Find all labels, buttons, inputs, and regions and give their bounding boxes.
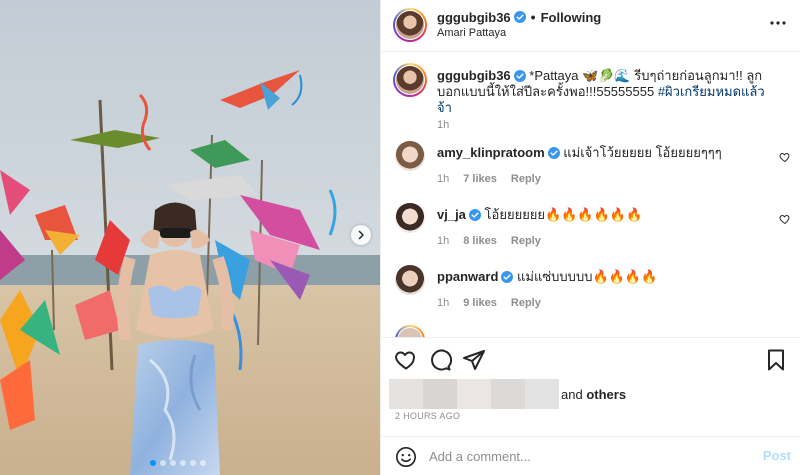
- verified-badge-icon: [468, 209, 481, 221]
- beach-photo: [0, 0, 380, 475]
- reply-button[interactable]: Reply: [511, 173, 541, 185]
- comments-section: gggubgib36 *Pattaya 🦋🥬🌊 รีบๆถ่ายก่อนลูกม…: [381, 53, 800, 337]
- liker-avatar: [423, 379, 457, 409]
- likes-others-link[interactable]: others: [586, 387, 626, 402]
- author-username[interactable]: gggubgib36: [437, 10, 511, 25]
- comment-time: 1h: [437, 297, 450, 309]
- likes-prefix: and: [561, 386, 583, 402]
- comment-time: 1h: [437, 173, 450, 185]
- post-location[interactable]: Amari Pattaya: [437, 27, 506, 39]
- comment-username[interactable]: ppanward: [437, 269, 498, 284]
- carousel-dot: [200, 460, 206, 466]
- following-button[interactable]: Following: [541, 10, 602, 25]
- verified-badge-icon: [501, 271, 514, 283]
- caption-time: 1h: [437, 119, 450, 131]
- header-separator: •: [530, 9, 536, 25]
- comment-text: แม่เจ้าโว้ยยยยย โอ้ยยยยๆๆๆ: [563, 145, 722, 160]
- reply-button[interactable]: Reply: [511, 235, 541, 247]
- comment-text: แม่แซ่บบบบบ🔥🔥🔥🔥: [517, 269, 658, 284]
- comment-likes[interactable]: 7 likes: [463, 173, 497, 185]
- heart-icon[interactable]: [779, 151, 791, 163]
- liker-avatar: [491, 379, 525, 409]
- commenter-avatar[interactable]: [395, 265, 425, 295]
- comment-username[interactable]: vj_ja: [437, 207, 466, 222]
- liker-avatar: [525, 379, 559, 409]
- likes-row: and others: [389, 379, 626, 409]
- post-timestamp[interactable]: 2 HOURS AGO: [395, 411, 460, 421]
- action-bar: [381, 337, 800, 381]
- comment-input[interactable]: [429, 445, 749, 467]
- comment-item: ppanward แม่แซ่บบบบบ🔥🔥🔥🔥 1h 9 likes Repl…: [381, 263, 800, 319]
- comment-item: amy_klinpratoom แม่เจ้าโว้ยยยยย โอ้ยยยยๆ…: [381, 139, 800, 195]
- carousel-next-button[interactable]: [351, 225, 371, 245]
- reply-button[interactable]: Reply: [511, 297, 541, 309]
- carousel-indicator: [150, 460, 206, 466]
- heart-icon[interactable]: [394, 348, 418, 372]
- caption-avatar[interactable]: [393, 63, 427, 97]
- verified-badge-icon: [513, 70, 526, 82]
- carousel-dot: [150, 460, 156, 466]
- post-sidebar: gggubgib36 • Following Amari Pattaya ggg…: [380, 0, 800, 475]
- verified-badge-icon: [513, 11, 526, 23]
- comment-icon[interactable]: [428, 348, 452, 372]
- author-avatar[interactable]: [393, 8, 427, 42]
- comment-time: 1h: [437, 235, 450, 247]
- comment-likes[interactable]: 9 likes: [463, 297, 497, 309]
- comment-text: โอ้ยยยยยย🔥🔥🔥🔥🔥🔥: [484, 207, 643, 222]
- post-header: gggubgib36 • Following Amari Pattaya: [381, 0, 800, 52]
- comment-likes[interactable]: 8 likes: [463, 235, 497, 247]
- carousel-dot: [190, 460, 196, 466]
- verified-badge-icon: [547, 147, 560, 159]
- post-comment-button[interactable]: Post: [763, 448, 791, 463]
- commenter-avatar[interactable]: [395, 203, 425, 233]
- caption-username[interactable]: gggubgib36: [437, 68, 511, 83]
- chevron-right-icon: [358, 230, 364, 240]
- avatar-image: [396, 66, 424, 94]
- post-photo[interactable]: [0, 0, 380, 475]
- comment-username[interactable]: amy_klinpratoom: [437, 145, 545, 160]
- smiley-icon[interactable]: [395, 446, 417, 468]
- carousel-dot: [180, 460, 186, 466]
- liker-avatar: [389, 379, 423, 409]
- liker-avatar: [457, 379, 491, 409]
- heart-icon[interactable]: [779, 213, 791, 225]
- carousel-dot: [170, 460, 176, 466]
- add-comment-bar: Post: [381, 436, 800, 475]
- paper-plane-icon[interactable]: [462, 348, 486, 372]
- commenter-avatar[interactable]: [395, 141, 425, 171]
- carousel-dot: [160, 460, 166, 466]
- avatar-image: [396, 11, 424, 39]
- comment-item: vj_ja โอ้ยยยยยย🔥🔥🔥🔥🔥🔥 1h 8 likes Reply: [381, 201, 800, 257]
- commenter-avatar[interactable]: [395, 325, 425, 337]
- caption: gggubgib36 *Pattaya 🦋🥬🌊 รีบๆถ่ายก่อนลูกม…: [381, 63, 800, 133]
- instagram-post: gggubgib36 • Following Amari Pattaya ggg…: [0, 0, 800, 475]
- more-options-icon[interactable]: [769, 14, 787, 32]
- bookmark-icon[interactable]: [764, 348, 788, 372]
